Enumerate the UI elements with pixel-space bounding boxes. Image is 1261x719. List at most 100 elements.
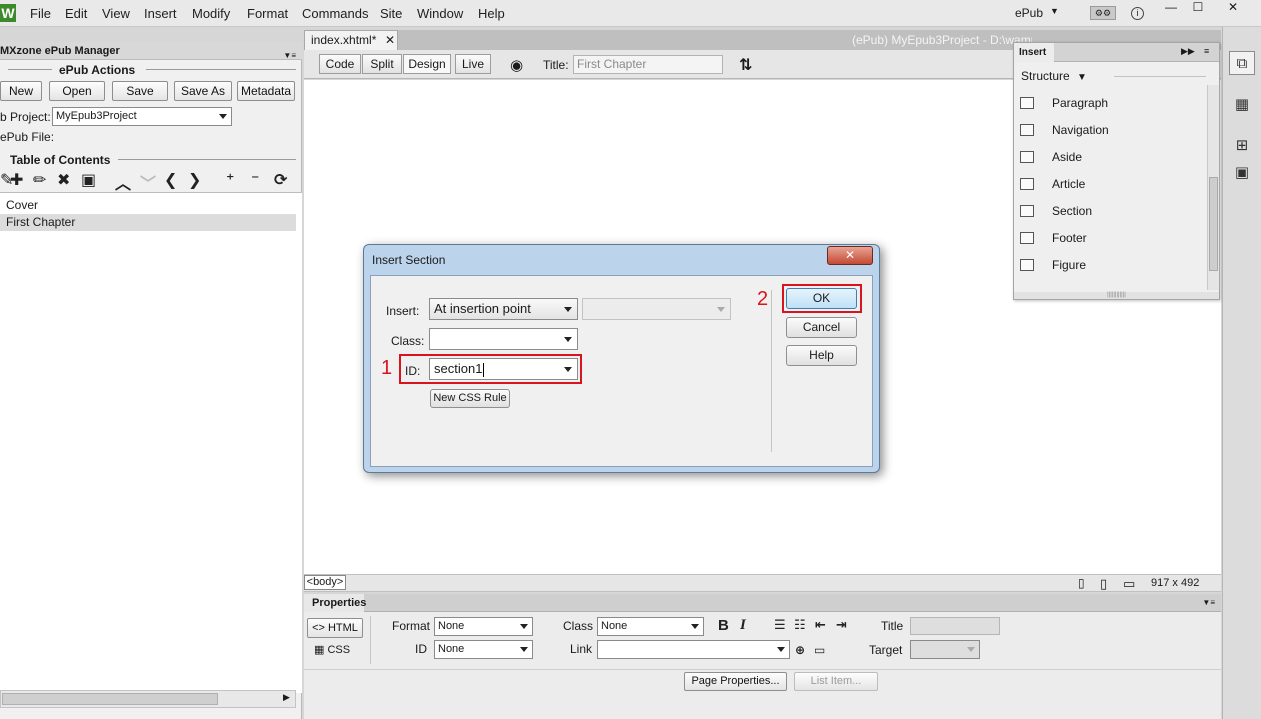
html-mode-button[interactable]: <> HTML: [307, 618, 363, 638]
tab-index-xhtml[interactable]: index.xhtml* ✕: [304, 30, 398, 50]
folder-icon[interactable]: ▭: [814, 643, 825, 657]
page-properties-button[interactable]: Page Properties...: [684, 672, 787, 691]
menu-file[interactable]: File: [30, 6, 51, 21]
menu-commands[interactable]: Commands: [302, 6, 368, 21]
resize-handle[interactable]: ||||||||||||: [1014, 292, 1219, 299]
assets-panel-icon[interactable]: ▣: [1229, 161, 1255, 185]
outdent-text-icon[interactable]: ⇤: [815, 617, 826, 633]
css-designer-icon[interactable]: ▦: [1229, 93, 1255, 117]
project-select[interactable]: MyEpub3Project: [52, 107, 232, 126]
chevron-right-icon[interactable]: ▶: [283, 692, 290, 703]
move-down-icon[interactable]: ﹀: [140, 170, 156, 194]
outdent-icon[interactable]: ❮: [164, 170, 177, 190]
insert-navigation[interactable]: Navigation: [1020, 120, 1210, 140]
minimize-button[interactable]: —: [1156, 0, 1186, 14]
horizontal-scrollbar[interactable]: ▶: [0, 690, 296, 708]
scrollbar-thumb[interactable]: [1209, 177, 1218, 271]
menu-insert[interactable]: Insert: [144, 6, 177, 21]
link-input[interactable]: [597, 640, 790, 659]
refresh-icon[interactable]: ⟳: [274, 170, 287, 190]
tablet-size-icon[interactable]: ▯: [1100, 576, 1107, 592]
code-view-button[interactable]: Code: [319, 54, 361, 74]
chevron-down-icon[interactable]: ▼: [1050, 6, 1059, 16]
close-icon[interactable]: ✕: [385, 31, 395, 50]
ordered-list-icon[interactable]: ☷: [794, 617, 806, 633]
panel-menu-icon[interactable]: ▼≡: [1202, 598, 1215, 607]
format-select[interactable]: None: [434, 617, 533, 636]
menu-modify[interactable]: Modify: [192, 6, 230, 21]
insert-tab[interactable]: Insert: [1014, 43, 1054, 62]
close-window-button[interactable]: ✕: [1218, 0, 1248, 14]
unordered-list-icon[interactable]: ☰: [774, 617, 786, 633]
delete-icon[interactable]: ✖: [57, 170, 70, 190]
list-item[interactable]: Cover: [0, 197, 296, 214]
list-item-button[interactable]: List Item...: [794, 672, 878, 691]
list-item[interactable]: First Chapter: [0, 214, 296, 231]
new-css-rule-button[interactable]: New CSS Rule: [430, 389, 510, 408]
design-view-button[interactable]: Design: [403, 54, 451, 74]
target-select[interactable]: [910, 640, 980, 659]
move-up-icon[interactable]: ︿: [115, 170, 131, 194]
panel-menu-icon[interactable]: ≡: [1204, 46, 1209, 56]
pencil-icon[interactable]: ✏: [33, 170, 46, 190]
add-icon[interactable]: ✚: [10, 170, 23, 190]
maximize-button[interactable]: ☐: [1183, 0, 1213, 14]
insert-aside[interactable]: Aside: [1020, 147, 1210, 167]
dialog-close-button[interactable]: ✕: [827, 246, 873, 265]
indent-text-icon[interactable]: ⇥: [836, 617, 847, 633]
expand-all-icon[interactable]: ⁺: [226, 170, 234, 190]
panel-menu-icon[interactable]: ▼≡: [283, 47, 296, 65]
title-input[interactable]: First Chapter: [573, 55, 723, 74]
category-select[interactable]: Structure ▼: [1021, 69, 1087, 83]
collapse-all-icon[interactable]: ⁻: [251, 170, 259, 190]
new-button[interactable]: New: [0, 81, 42, 101]
live-view-button[interactable]: Live: [455, 54, 491, 74]
insert-article[interactable]: Article: [1020, 174, 1210, 194]
save-button[interactable]: Save: [112, 81, 168, 101]
desktop-size-icon[interactable]: ▭: [1123, 576, 1135, 592]
insert-panel-icon[interactable]: ⧉: [1229, 51, 1255, 75]
metadata-button[interactable]: Metadata: [237, 81, 295, 101]
title-prop-input[interactable]: [910, 617, 1000, 635]
insert-figure[interactable]: Figure: [1020, 255, 1210, 275]
properties-tab[interactable]: Properties: [304, 594, 366, 612]
indent-icon[interactable]: ❯: [188, 170, 201, 190]
info-icon[interactable]: i: [1131, 7, 1144, 20]
workspace-switcher[interactable]: ePub: [1015, 6, 1043, 20]
vertical-scrollbar[interactable]: [1207, 85, 1219, 290]
insert-paragraph[interactable]: Paragraph: [1020, 93, 1210, 113]
help-button[interactable]: Help: [786, 345, 857, 366]
point-to-file-icon[interactable]: ⊕: [795, 643, 805, 657]
panel-tab[interactable]: MXzone ePub Manager ▼≡: [0, 42, 302, 60]
id-select[interactable]: None: [434, 640, 533, 659]
css-mode-button[interactable]: ▦ CSS: [314, 643, 350, 656]
insert-target-select[interactable]: [582, 298, 731, 320]
insert-footer[interactable]: Footer: [1020, 228, 1210, 248]
menu-window[interactable]: Window: [417, 6, 463, 21]
class-select[interactable]: [429, 328, 578, 350]
scrollbar-thumb[interactable]: [2, 693, 218, 705]
window-size-readout[interactable]: 917 x 492: [1151, 577, 1199, 589]
insert-position-select[interactable]: At insertion point: [429, 298, 578, 320]
collapse-panel-icon[interactable]: ▶▶: [1181, 46, 1195, 57]
menu-view[interactable]: View: [102, 6, 130, 21]
open-button[interactable]: Open: [49, 81, 105, 101]
cancel-button[interactable]: Cancel: [786, 317, 857, 338]
menu-site[interactable]: Site: [380, 6, 402, 21]
menu-edit[interactable]: Edit: [65, 6, 87, 21]
split-view-button[interactable]: Split: [362, 54, 402, 74]
insert-section[interactable]: Section: [1020, 201, 1210, 221]
tag-selector-body[interactable]: <body>: [304, 575, 346, 590]
mobile-size-icon[interactable]: ▯: [1078, 576, 1085, 590]
bold-icon[interactable]: B: [718, 617, 729, 634]
files-panel-icon[interactable]: ⊞: [1229, 134, 1255, 158]
menu-format[interactable]: Format: [247, 6, 288, 21]
italic-icon[interactable]: I: [740, 617, 746, 634]
sync-settings-icon[interactable]: ⚙⚙: [1090, 6, 1116, 20]
globe-icon[interactable]: ◉: [510, 56, 523, 74]
class-select[interactable]: None: [597, 617, 704, 636]
save-as-button[interactable]: Save As: [174, 81, 232, 101]
file-management-icon[interactable]: ⇅: [739, 55, 752, 75]
menu-help[interactable]: Help: [478, 6, 505, 21]
clipboard-icon[interactable]: ▣: [81, 170, 96, 190]
